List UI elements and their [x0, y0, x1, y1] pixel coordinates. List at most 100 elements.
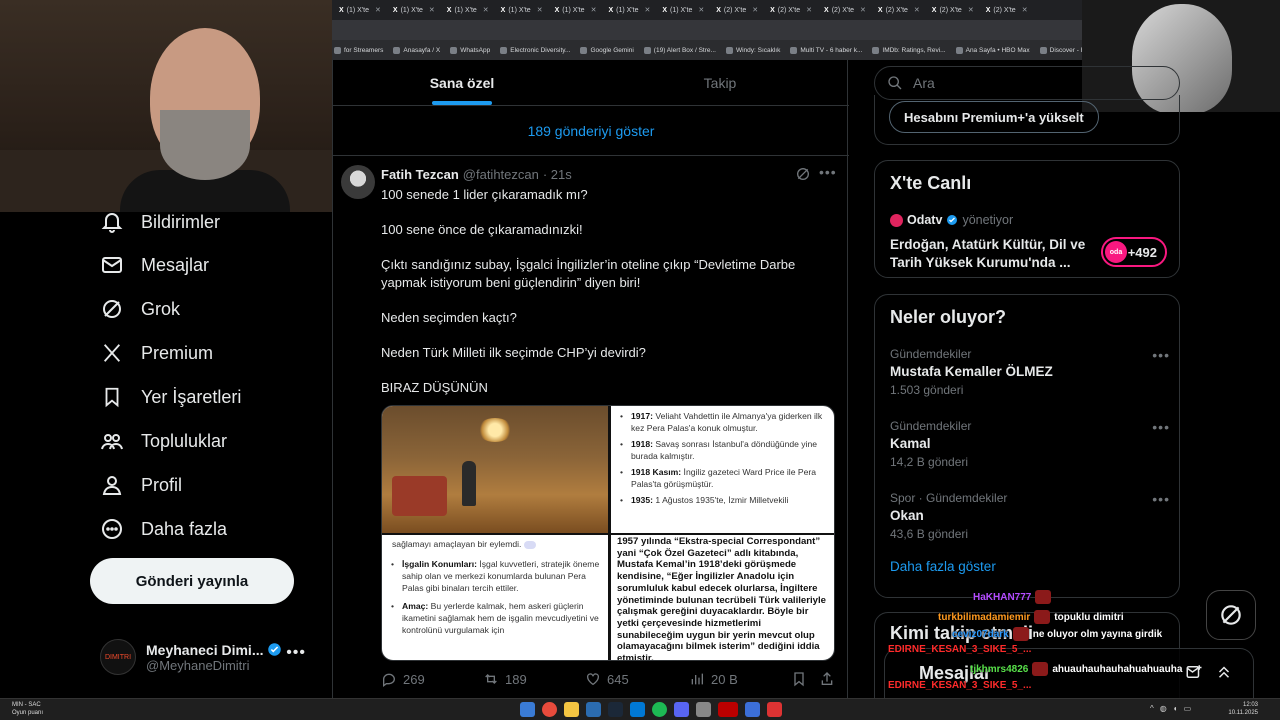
- close-icon[interactable]: ✕: [591, 6, 597, 14]
- browser-tab[interactable]: X (1) X'te ✕: [603, 2, 655, 18]
- browser-tab[interactable]: X (2) X'te ✕: [819, 2, 871, 18]
- sidebar-item-profile[interactable]: Profil: [98, 467, 182, 503]
- sidebar-item-grok[interactable]: Grok: [98, 291, 180, 327]
- bookmark-button[interactable]: [791, 671, 807, 687]
- discord-icon[interactable]: [674, 702, 689, 717]
- windows-start-icon[interactable]: [520, 702, 535, 717]
- tweet[interactable]: Fatih Tezcan @fatihtezcan · 21s ••• 100 …: [333, 157, 849, 698]
- app-icon[interactable]: [767, 702, 782, 717]
- close-icon[interactable]: ✕: [375, 6, 381, 14]
- chevron-up-icon[interactable]: ^: [1150, 704, 1154, 713]
- like-button[interactable]: 645: [585, 671, 629, 687]
- trend-item[interactable]: Gündemdekiler Kamal 14,2 B gönderi •••: [890, 419, 1170, 469]
- browser-tab[interactable]: X (1) X'te ✕: [550, 2, 602, 18]
- spotify-icon[interactable]: [652, 702, 667, 717]
- bookmark-item[interactable]: Discover - Find Top...: [1039, 46, 1082, 54]
- sidebar-item-communities[interactable]: Topluluklar: [98, 423, 227, 459]
- taskbar-clock[interactable]: 12:03 10.11.2025: [1228, 701, 1258, 717]
- trend-item[interactable]: Gündemdekiler Mustafa Kemaller ÖLMEZ 1.5…: [890, 347, 1170, 397]
- bookmark-item[interactable]: WhatsApp: [450, 46, 490, 54]
- bookmark-item[interactable]: Electronic Diversity...: [500, 46, 570, 54]
- browser-tab[interactable]: X (2) X'te ✕: [765, 2, 817, 18]
- tweet-image-collage[interactable]: 1917: Veliaht Vahdettin ile Almanya'ya g…: [381, 405, 835, 661]
- close-icon[interactable]: ✕: [429, 6, 435, 14]
- occupation-text-image[interactable]: sağlamayı amaçlayan bir eylemdi. İşgalin…: [382, 535, 608, 660]
- sidebar-item-premium[interactable]: Premium: [98, 335, 213, 371]
- show-more-link[interactable]: Daha fazla göster: [890, 559, 996, 574]
- battery-icon[interactable]: ▭: [1184, 704, 1192, 713]
- app-icon[interactable]: [696, 702, 711, 717]
- browser-tab[interactable]: X (1) X'te ✕: [442, 2, 494, 18]
- timeline-text-image[interactable]: 1917: Veliaht Vahdettin ile Almanya'ya g…: [611, 406, 834, 533]
- tab-for-you[interactable]: Sana özel: [333, 60, 591, 105]
- app-icon[interactable]: [586, 702, 601, 717]
- repost-button[interactable]: 189: [483, 671, 527, 687]
- account-switcher[interactable]: DIMITRI Meyhaneci Dimi... @MeyhaneDimitr…: [100, 632, 312, 682]
- hotel-room-photo[interactable]: [382, 406, 608, 533]
- chrome-icon[interactable]: [542, 702, 557, 717]
- speaker-icon[interactable]: ◖: [1173, 704, 1178, 713]
- browser-tab[interactable]: X (1) X'te ✕: [657, 2, 709, 18]
- close-icon[interactable]: ✕: [698, 6, 704, 14]
- live-source[interactable]: Odatv yönetiyor: [890, 213, 1013, 227]
- sidebar-item-messages[interactable]: Mesajlar: [98, 247, 209, 283]
- grok-explain-icon[interactable]: [795, 166, 811, 187]
- tab-following[interactable]: Takip: [591, 60, 849, 105]
- live-listeners-pill[interactable]: oda +492: [1101, 237, 1167, 267]
- sidebar-item-bookmarks[interactable]: Yer İşaretleri: [98, 379, 241, 415]
- bookmark-item[interactable]: for Streamers: [334, 46, 383, 54]
- quote-text-image[interactable]: 1957 yılında “Ekstra-special Corresponda…: [611, 535, 834, 660]
- browser-tab[interactable]: X (2) X'te ✕: [981, 2, 1033, 18]
- close-icon[interactable]: ✕: [483, 6, 489, 14]
- close-icon[interactable]: ✕: [537, 6, 543, 14]
- app-icon[interactable]: [630, 702, 645, 717]
- browser-tab[interactable]: X (2) X'te ✕: [711, 2, 763, 18]
- expand-up-icon[interactable]: [1215, 663, 1233, 686]
- app-icon[interactable]: [718, 702, 738, 717]
- browser-tab[interactable]: X (2) X'te ✕: [873, 2, 925, 18]
- trend-more-icon[interactable]: •••: [1152, 491, 1170, 507]
- sidebar-item-notifications[interactable]: Bildirimler: [98, 204, 220, 240]
- browser-tab[interactable]: X (1) X'te ✕: [496, 2, 548, 18]
- close-icon[interactable]: ✕: [644, 6, 650, 14]
- folder-icon[interactable]: [564, 702, 579, 717]
- browser-tab[interactable]: X (2) X'te ✕: [927, 2, 979, 18]
- trend-more-icon[interactable]: •••: [1152, 347, 1170, 363]
- bookmark-item[interactable]: Google Gemini: [580, 46, 634, 54]
- bookmark-item[interactable]: (19) Alert Box / Stre...: [643, 46, 716, 54]
- system-tray[interactable]: ^ ◍ ◖ ▭: [1150, 704, 1191, 713]
- share-button[interactable]: [819, 671, 835, 687]
- post-button[interactable]: Gönderi yayınla: [90, 558, 294, 604]
- bookmark-item[interactable]: Anasayfa / X: [393, 46, 440, 54]
- close-icon[interactable]: ✕: [860, 6, 866, 14]
- tweet-author-name[interactable]: Fatih Tezcan: [381, 167, 459, 182]
- network-icon[interactable]: ◍: [1160, 704, 1167, 713]
- bookmark-item[interactable]: Multi TV - 6 haber k...: [790, 46, 862, 54]
- taskbar-widget[interactable]: MIN - SAC Oyun puanı: [12, 701, 43, 717]
- grok-floating-button[interactable]: [1206, 590, 1256, 640]
- bookmark-item[interactable]: Windy: Sıcaklık: [725, 46, 780, 54]
- close-icon[interactable]: ✕: [914, 6, 920, 14]
- tweet-more-icon[interactable]: •••: [819, 164, 837, 180]
- close-icon[interactable]: ✕: [752, 6, 758, 14]
- trend-more-icon[interactable]: •••: [1152, 419, 1170, 435]
- tweet-author-avatar[interactable]: [341, 165, 375, 199]
- steam-icon[interactable]: [608, 702, 623, 717]
- app-icon[interactable]: [745, 702, 760, 717]
- close-icon[interactable]: ✕: [806, 6, 812, 14]
- bookmark-item[interactable]: Ana Sayfa • HBO Max: [955, 46, 1030, 54]
- browser-tab[interactable]: X (1) X'te ✕: [334, 2, 386, 18]
- live-headline[interactable]: Erdoğan, Atatürk Kültür, Dil ve Tarih Yü…: [890, 236, 1090, 272]
- trend-item[interactable]: Spor · Gündemdekiler Okan 43,6 B gönderi…: [890, 491, 1170, 541]
- tweet-author-handle[interactable]: @fatihtezcan: [463, 167, 539, 182]
- browser-tab[interactable]: X (1) X'te ✕: [388, 2, 440, 18]
- views-button[interactable]: 20 B: [689, 671, 738, 687]
- sidebar-item-more[interactable]: Daha fazla: [98, 511, 227, 547]
- reply-button[interactable]: 269: [381, 671, 425, 687]
- bookmark-item[interactable]: IMDb: Ratings, Revi...: [872, 46, 946, 54]
- more-horizontal-icon[interactable]: •••: [286, 644, 306, 662]
- close-icon[interactable]: ✕: [1022, 6, 1028, 14]
- new-message-icon[interactable]: [1185, 663, 1203, 686]
- close-icon[interactable]: ✕: [968, 6, 974, 14]
- premium-upgrade-button[interactable]: Hesabını Premium+'a yükselt: [889, 101, 1099, 133]
